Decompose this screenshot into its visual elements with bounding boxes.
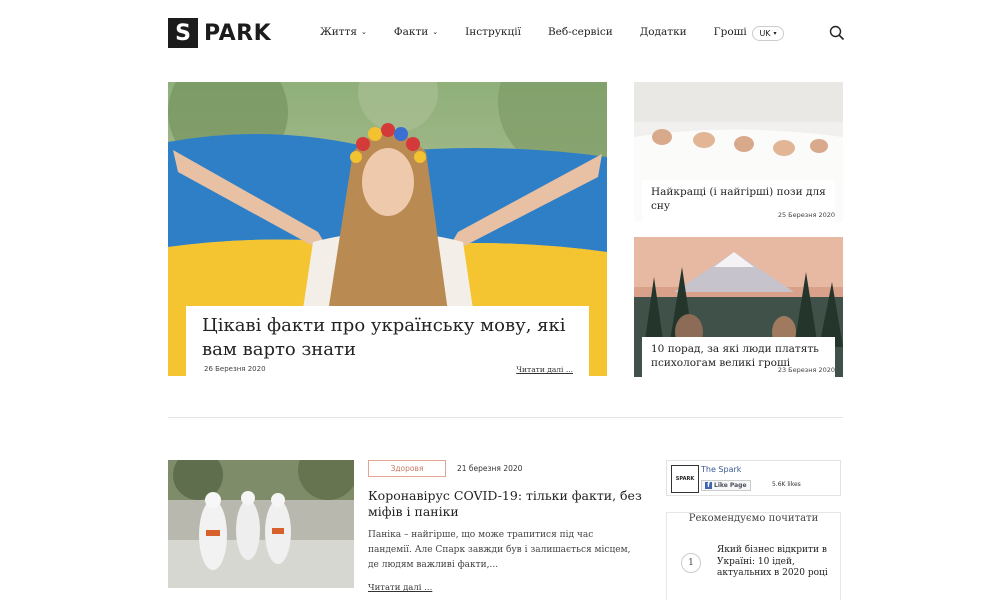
side-post-date: 23 Березня 2020 bbox=[777, 366, 835, 374]
article-thumbnail[interactable] bbox=[168, 460, 354, 588]
site-header: S PARK Життя ⌄ Факти ⌄ Інструкції Веб-серв… bbox=[0, 0, 1000, 66]
article-date: 21 березня 2020 bbox=[457, 464, 523, 473]
side-post[interactable]: 10 порад, за які люди платять психологам… bbox=[634, 237, 843, 377]
side-post-date: 25 Березня 2020 bbox=[777, 211, 835, 219]
logo-text: PARK bbox=[204, 20, 272, 46]
nav-item-facts[interactable]: Факти ⌄ bbox=[394, 26, 438, 38]
language-selector[interactable]: UK ▾ bbox=[752, 26, 784, 41]
recommended-item-title[interactable]: Який бізнес відкрити в Україні: 10 ідей,… bbox=[717, 545, 835, 580]
language-label: UK bbox=[759, 29, 771, 38]
nav-item-web-services[interactable]: Веб-сервіси bbox=[548, 26, 613, 38]
featured-post[interactable]: Цікаві факти про українську мову, які ва… bbox=[168, 82, 607, 376]
recommended-widget: Рекомендуємо почитати 1 Який бізнес відк… bbox=[666, 512, 841, 600]
nav-item-instructions[interactable]: Інструкції bbox=[465, 26, 521, 38]
featured-post-card: Цікаві факти про українську мову, які ва… bbox=[186, 306, 589, 376]
section-divider bbox=[168, 417, 843, 418]
facebook-like-count: 5.6K likes bbox=[772, 481, 801, 488]
facebook-icon: f bbox=[705, 482, 712, 489]
recommended-heading: Рекомендуємо почитати bbox=[667, 506, 840, 525]
featured-post-date: 26 Березня 2020 bbox=[204, 365, 266, 373]
nav-label: Веб-сервіси bbox=[547, 26, 613, 38]
recommended-item-number: 1 bbox=[681, 553, 701, 573]
search-icon[interactable] bbox=[829, 25, 845, 41]
article-title[interactable]: Коронавірус COVID-19: тільки факти, без … bbox=[368, 488, 648, 520]
nav-item-life[interactable]: Життя ⌄ bbox=[320, 26, 367, 38]
logo-mark: S bbox=[168, 18, 198, 48]
side-post[interactable]: Найкращі (і найгірші) пози для сну 25 Бе… bbox=[634, 82, 843, 222]
nav-item-money[interactable]: Гроші bbox=[714, 26, 747, 38]
chevron-down-icon: ▾ bbox=[773, 30, 777, 37]
facebook-avatar-text: SPARK bbox=[675, 476, 695, 482]
chevron-down-icon: ⌄ bbox=[361, 28, 367, 36]
side-post-title[interactable]: Найкращі (і найгірші) пози для сну bbox=[651, 185, 826, 213]
category-tag[interactable]: Здоровя bbox=[368, 460, 446, 477]
facebook-page-avatar[interactable]: SPARK bbox=[671, 465, 699, 493]
like-label: Like Page bbox=[714, 482, 747, 489]
facebook-like-button[interactable]: f Like Page bbox=[701, 480, 751, 491]
nav-label: Додатки bbox=[639, 26, 687, 38]
main-nav: Життя ⌄ Факти ⌄ Інструкції Веб-сервіси Дод… bbox=[320, 26, 774, 38]
nav-label: Гроші bbox=[713, 26, 747, 38]
featured-post-title[interactable]: Цікаві факти про українську мову, які ва… bbox=[202, 314, 573, 362]
read-more-link[interactable]: Читати далі ... bbox=[516, 365, 573, 374]
facebook-page-name[interactable]: The Spark bbox=[701, 465, 741, 474]
nav-label: Інструкції bbox=[465, 26, 521, 38]
read-more-link[interactable]: Читати далі ... bbox=[368, 583, 432, 593]
nav-item-apps[interactable]: Додатки bbox=[640, 26, 687, 38]
site-logo[interactable]: S PARK bbox=[168, 18, 271, 48]
nav-label: Життя bbox=[320, 26, 358, 38]
chevron-down-icon: ⌄ bbox=[432, 28, 439, 36]
facebook-page-widget: SPARK The Spark f Like Page 5.6K likes bbox=[666, 460, 841, 496]
article-excerpt: Паніка – найгірше, що може трапитися під… bbox=[368, 530, 631, 570]
recommended-heading-text: Рекомендуємо почитати bbox=[682, 513, 825, 524]
nav-label: Факти bbox=[393, 26, 429, 38]
article-image bbox=[168, 460, 354, 588]
